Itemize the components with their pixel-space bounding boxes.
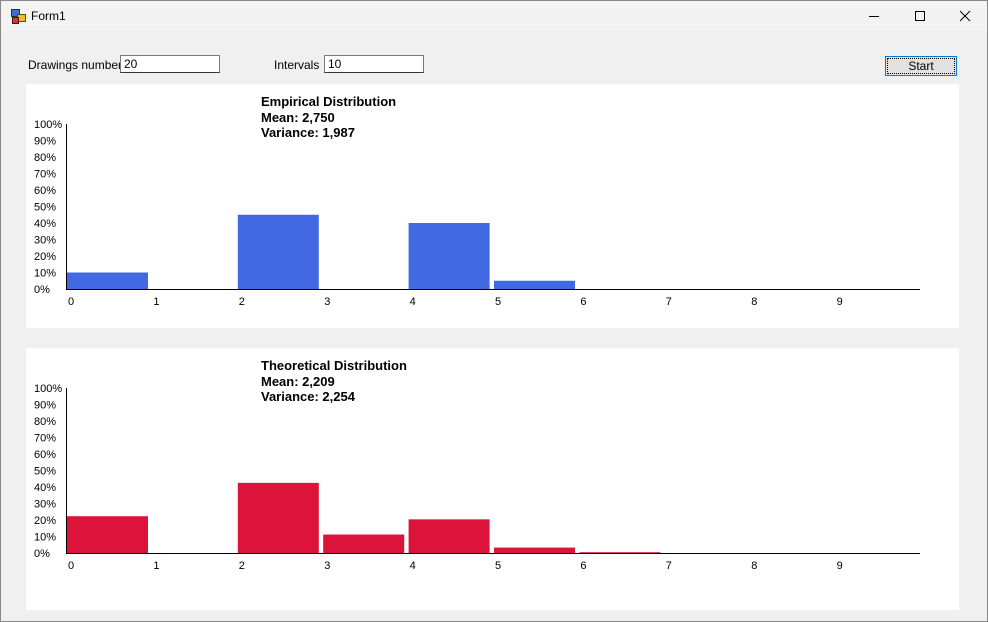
theoretical-y-tick-label: 10% [34,532,56,544]
theoretical-x-tick-label: 8 [751,560,757,572]
empirical-bar [237,214,319,289]
minimize-icon [869,16,879,17]
empirical-x-tick-label: 3 [324,296,330,308]
theoretical-x-tick-label: 7 [666,560,672,572]
start-button[interactable]: Start [885,56,957,76]
empirical-bar [67,272,148,289]
empirical-y-tick-label: 100% [34,119,62,131]
minimize-button[interactable] [851,1,897,31]
main-window: Form1 Drawings number Intervals Start Em… [0,0,988,622]
theoretical-y-tick-label: 90% [34,400,56,412]
empirical-x-tick-label: 1 [153,296,159,308]
drawings-number-label: Drawings number [28,58,123,72]
theoretical-x-tick-label: 2 [239,560,245,572]
app-icon [11,9,26,24]
empirical-x-tick-label: 4 [410,296,416,308]
theoretical-distribution-chart: 0% 10% 20% 30% 40% 50% 60% 70% 80% 90% 100% 0 1 2 3 4 5 6… [34,383,920,572]
theoretical-x-tick-label: 6 [580,560,586,572]
theoretical-chart-panel: Theoretical Distribution Mean: 2,209 Var… [26,348,959,610]
theoretical-x-tick-label: 3 [324,560,330,572]
empirical-y-tick-label: 20% [34,251,56,263]
empirical-x-tick-label: 7 [666,296,672,308]
empirical-distribution-chart: 0% 10% 20% 30% 40% 50% 60% 70% 80% 90% 100% 0 1 2 3 4 5 6… [34,119,920,308]
theoretical-x-tick-label: 1 [153,560,159,572]
empirical-x-tick-label: 0 [68,296,74,308]
empirical-x-tick-label: 9 [837,296,843,308]
theoretical-y-tick-label: 40% [34,482,56,494]
empirical-y-tick-label: 70% [34,169,56,181]
close-icon [959,10,971,22]
empirical-bar [408,223,490,289]
theoretical-x-tick-label: 9 [837,560,843,572]
empirical-x-tick-label: 5 [495,296,501,308]
theoretical-y-tick-label: 30% [34,499,56,511]
theoretical-bar [323,534,405,553]
empirical-chart-panel: Empirical Distribution Mean: 2,750 Varia… [26,84,959,328]
theoretical-y-tick-label: 20% [34,515,56,527]
empirical-y-tick-label: 30% [34,235,56,247]
window-title: Form1 [31,9,66,23]
empirical-y-tick-label: 40% [34,218,56,230]
empirical-bar [494,280,575,289]
intervals-label: Intervals [274,58,320,72]
empirical-y-tick-label: 10% [34,268,56,280]
theoretical-y-tick-label: 100% [34,383,62,395]
maximize-icon [915,11,925,21]
start-button-label: Start [908,59,934,73]
empirical-y-tick-label: 60% [34,185,56,197]
empirical-x-tick-label: 6 [580,296,586,308]
title-bar: Form1 [1,1,987,31]
theoretical-y-tick-label: 50% [34,466,56,478]
theoretical-x-tick-label: 0 [68,560,74,572]
theoretical-bar [237,482,319,553]
theoretical-bar [67,516,148,553]
theoretical-x-tick-label: 4 [410,560,416,572]
empirical-x-tick-label: 8 [751,296,757,308]
theoretical-y-tick-label: 80% [34,416,56,428]
theoretical-y-tick-label: 60% [34,449,56,461]
empirical-x-tick-label: 2 [239,296,245,308]
theoretical-bar [579,552,661,553]
empirical-y-tick-label: 90% [34,136,56,148]
theoretical-y-tick-label: 70% [34,433,56,445]
close-button[interactable] [942,1,988,31]
theoretical-bar [494,547,575,553]
empirical-y-tick-label: 50% [34,202,56,214]
intervals-input[interactable] [324,55,424,73]
theoretical-x-tick-label: 5 [495,560,501,572]
maximize-button[interactable] [897,1,943,31]
empirical-y-tick-label: 80% [34,152,56,164]
theoretical-bar [408,519,490,553]
theoretical-y-tick-label: 0% [34,548,50,560]
empirical-y-tick-label: 0% [34,284,50,296]
drawings-number-input[interactable] [120,55,220,73]
